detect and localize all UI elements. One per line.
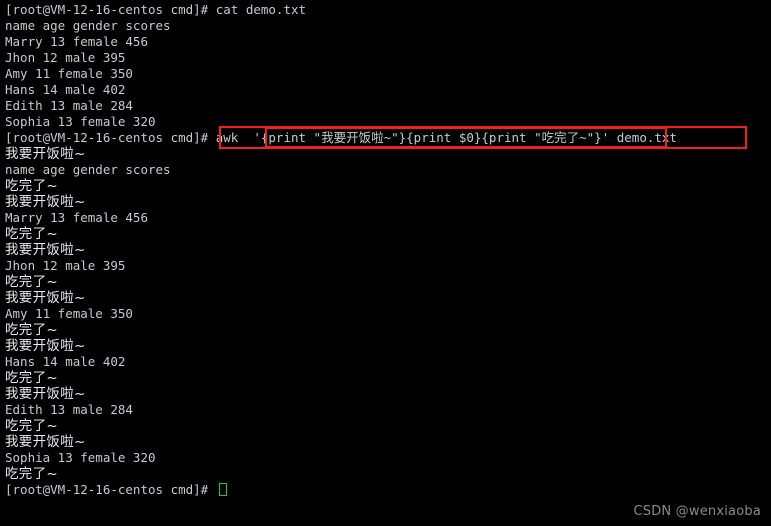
terminal-output-line: 吃完了~ — [5, 226, 59, 242]
terminal-output-line: 吃完了~ — [5, 178, 59, 194]
terminal-output-line: Marry 13 female 456 — [5, 34, 148, 49]
watermark: CSDN @wenxiaoba — [633, 504, 761, 519]
terminal-output-line: 吃完了~ — [5, 466, 59, 482]
terminal-cursor — [218, 483, 227, 496]
terminal-window[interactable]: [root@VM-12-16-centos cmd]# cat demo.txt… — [0, 0, 771, 526]
terminal-output-line: 我要开饭啦~ — [5, 242, 86, 258]
terminal-output-line: 我要开饭啦~ — [5, 290, 86, 306]
terminal-output-line: Marry 13 female 456 — [5, 210, 148, 225]
terminal-output-line: 吃完了~ — [5, 370, 59, 386]
terminal-output-line: 我要开饭啦~ — [5, 434, 86, 450]
terminal-output-line: Amy 11 female 350 — [5, 306, 133, 321]
terminal-command-line: [root@VM-12-16-centos cmd]# — [5, 482, 771, 498]
terminal-output-line: 我要开饭啦~ — [5, 146, 86, 162]
terminal-output-line: Jhon 12 male 395 — [5, 258, 126, 273]
terminal-output-line: name age gender scores — [5, 162, 171, 177]
terminal-output-line: Edith 13 male 284 — [5, 402, 133, 417]
terminal-command-line: [root@VM-12-16-centos cmd]# awk '{print … — [5, 130, 677, 145]
terminal-output-line: Hans 14 male 402 — [5, 354, 126, 369]
terminal-output: [root@VM-12-16-centos cmd]# cat demo.txt… — [5, 2, 771, 498]
terminal-output-line: 我要开饭啦~ — [5, 386, 86, 402]
terminal-output-line: 我要开饭啦~ — [5, 338, 86, 354]
terminal-output-line: 吃完了~ — [5, 418, 59, 434]
terminal-output-line: Sophia 13 female 320 — [5, 114, 156, 129]
terminal-command-line: [root@VM-12-16-centos cmd]# cat demo.txt — [5, 2, 307, 17]
terminal-output-line: 吃完了~ — [5, 322, 59, 338]
terminal-output-line: 我要开饭啦~ — [5, 194, 86, 210]
terminal-output-line: Amy 11 female 350 — [5, 66, 133, 81]
terminal-output-line: Sophia 13 female 320 — [5, 450, 156, 465]
terminal-output-line: Edith 13 male 284 — [5, 98, 133, 113]
terminal-output-line: 吃完了~ — [5, 274, 59, 290]
terminal-output-line: Hans 14 male 402 — [5, 82, 126, 97]
terminal-output-line: name age gender scores — [5, 18, 171, 33]
terminal-output-line: Jhon 12 male 395 — [5, 50, 126, 65]
